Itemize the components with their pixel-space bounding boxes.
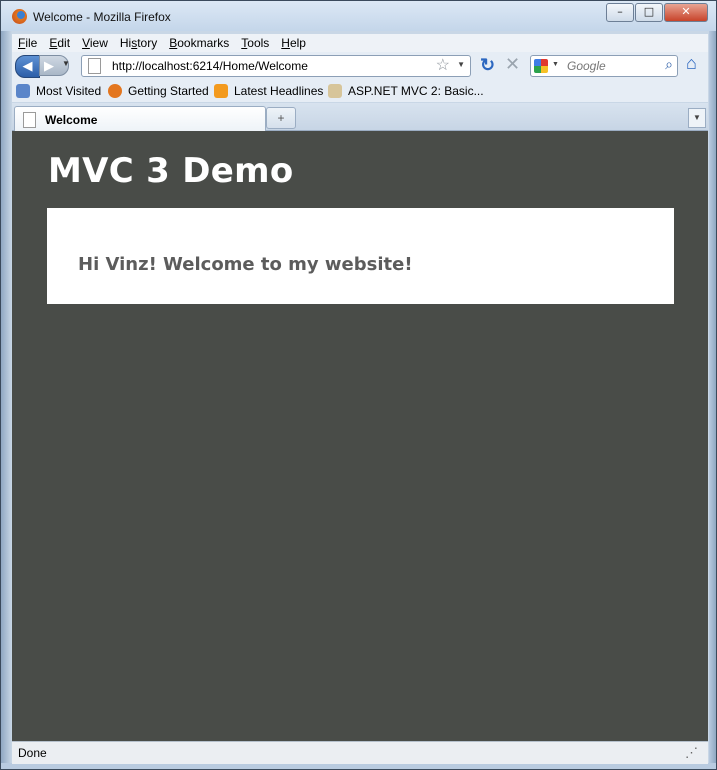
bookmarks-toolbar: Most Visited Getting Started Latest Head… bbox=[12, 80, 708, 102]
main-content-box: Hi Vinz! Welcome to my website! bbox=[47, 208, 674, 304]
navigation-toolbar: ◀ ▶ ▼ http://localhost:6214/Home/Welcome… bbox=[12, 52, 708, 80]
tab-list-button[interactable]: ▼ bbox=[688, 108, 706, 128]
window-controls: – □ ✕ bbox=[605, 3, 708, 22]
site-title: MVC 3 Demo bbox=[48, 151, 294, 191]
bookmark-latest-headlines[interactable]: Latest Headlines bbox=[214, 84, 323, 98]
url-dropdown-icon[interactable]: ▼ bbox=[457, 60, 465, 69]
window-frame-left bbox=[1, 31, 12, 769]
firefox-window: Welcome - Mozilla Firefox – □ ✕ File Edi… bbox=[0, 0, 717, 770]
menu-history[interactable]: History bbox=[120, 34, 157, 52]
url-bar[interactable]: http://localhost:6214/Home/Welcome ☆ ▼ bbox=[81, 55, 471, 77]
google-icon[interactable] bbox=[534, 59, 548, 73]
tab-welcome[interactable]: Welcome bbox=[14, 106, 266, 131]
maximize-button[interactable]: □ bbox=[635, 3, 663, 22]
resize-grip-icon[interactable]: ⋰ bbox=[685, 745, 698, 761]
bookmark-star-icon[interactable]: ☆ bbox=[436, 55, 450, 75]
page-icon bbox=[88, 58, 101, 74]
search-placeholder[interactable]: Google bbox=[567, 59, 606, 73]
forward-arrow-icon: ▶ bbox=[44, 58, 54, 73]
title-bar: Welcome - Mozilla Firefox – □ ✕ bbox=[1, 1, 716, 31]
search-box[interactable]: ▼ Google ⌕ bbox=[530, 55, 678, 77]
page-icon bbox=[23, 112, 36, 128]
minimize-button[interactable]: – bbox=[606, 3, 634, 22]
aspnet-icon bbox=[328, 84, 342, 98]
plus-icon: + bbox=[277, 111, 285, 125]
menu-bookmarks[interactable]: Bookmarks bbox=[169, 34, 229, 52]
tab-strip: Welcome + ▼ bbox=[12, 103, 708, 131]
new-tab-button[interactable]: + bbox=[266, 107, 296, 129]
close-button[interactable]: ✕ bbox=[664, 3, 708, 22]
most-visited-icon bbox=[16, 84, 30, 98]
home-icon[interactable]: ⌂ bbox=[686, 53, 697, 74]
url-text[interactable]: http://localhost:6214/Home/Welcome bbox=[112, 59, 308, 73]
tab-label: Welcome bbox=[45, 113, 98, 127]
search-engine-dropdown-icon[interactable]: ▼ bbox=[552, 61, 559, 68]
menu-edit[interactable]: Edit bbox=[49, 34, 70, 52]
menu-view[interactable]: View bbox=[82, 34, 108, 52]
menu-help[interactable]: Help bbox=[281, 34, 306, 52]
welcome-message: Hi Vinz! Welcome to my website! bbox=[78, 254, 413, 275]
bookmark-most-visited[interactable]: Most Visited bbox=[16, 84, 101, 98]
chevron-down-icon: ▼ bbox=[693, 113, 701, 122]
reload-icon[interactable]: ↻ bbox=[480, 55, 495, 76]
bookmark-aspnet-mvc[interactable]: ASP.NET MVC 2: Basic... bbox=[328, 84, 484, 98]
rss-icon bbox=[214, 84, 228, 98]
search-icon[interactable]: ⌕ bbox=[665, 56, 673, 73]
menu-file[interactable]: File bbox=[18, 34, 37, 52]
back-arrow-icon: ◀ bbox=[22, 58, 33, 73]
status-text: Done bbox=[18, 746, 47, 760]
history-dropdown-icon[interactable]: ▼ bbox=[62, 59, 70, 68]
stop-icon[interactable]: ✕ bbox=[505, 54, 520, 75]
window-title: Welcome - Mozilla Firefox bbox=[33, 10, 171, 24]
window-frame-right bbox=[709, 31, 716, 769]
firefox-icon bbox=[12, 9, 27, 24]
status-bar: Done ⋰ bbox=[12, 741, 708, 764]
bookmark-getting-started[interactable]: Getting Started bbox=[108, 84, 209, 98]
menu-bar: File Edit View History Bookmarks Tools H… bbox=[12, 34, 708, 52]
firefox-icon bbox=[108, 84, 122, 98]
menu-tools[interactable]: Tools bbox=[241, 34, 269, 52]
back-button[interactable]: ◀ bbox=[15, 55, 40, 78]
page-content: MVC 3 Demo Hi Vinz! Welcome to my websit… bbox=[12, 131, 708, 741]
